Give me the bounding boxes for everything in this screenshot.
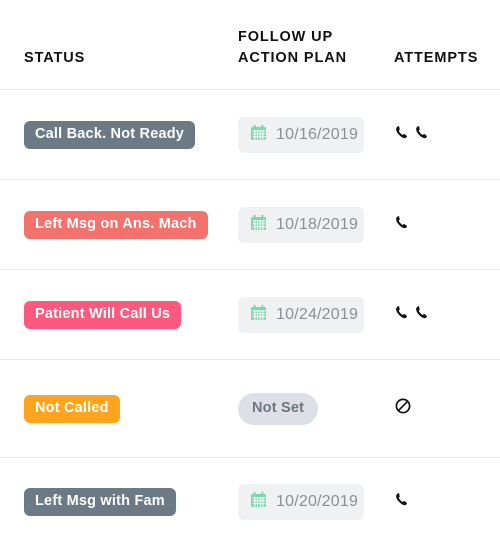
attempts-cell [394, 303, 431, 327]
calendar-icon [250, 124, 267, 146]
phone-icon [394, 304, 411, 326]
status-badge[interactable]: Not Called [24, 394, 120, 423]
attempts-cell [394, 490, 411, 514]
status-badge[interactable]: Left Msg on Ans. Mach [24, 210, 208, 239]
attempts-icons [394, 303, 431, 327]
attempts-cell [394, 123, 431, 147]
phone-icon [394, 124, 411, 146]
calendar-icon [250, 491, 267, 513]
status-cell: Left Msg on Ans. Mach [24, 210, 208, 239]
follow-up-date-field[interactable]: 10/18/2019 [238, 206, 364, 243]
no-entry-icon [394, 397, 412, 420]
follow-up-date-value: 10/18/2019 [276, 215, 359, 233]
table-header-row: STATUS FOLLOW UP ACTION PLAN ATTEMPTS [0, 0, 500, 89]
follow-up-date-value: 10/16/2019 [276, 125, 359, 143]
column-header-follow-up-action-plan: FOLLOW UP ACTION PLAN [238, 29, 347, 66]
status-badge[interactable]: Patient Will Call Us [24, 300, 182, 329]
follow-up-date-value: 10/20/2019 [276, 493, 359, 510]
status-cell: Not Called [24, 394, 120, 423]
follow-up-date-value: 10/24/2019 [276, 305, 359, 323]
follow-up-cell: 10/20/2019 [238, 484, 364, 520]
calendar-icon [250, 304, 267, 326]
column-header-attempts: ATTEMPTS [394, 50, 479, 66]
table-row: Left Msg with Fam 10/20/2019 [0, 457, 500, 546]
status-cell: Call Back. Not Ready [24, 120, 196, 149]
attempts-icons [394, 397, 412, 421]
status-badge[interactable]: Left Msg with Fam [24, 488, 176, 516]
calendar-icon [250, 214, 267, 236]
phone-icon [414, 124, 431, 146]
follow-up-cell: Not Set [238, 392, 319, 425]
status-badge[interactable]: Call Back. Not Ready [24, 120, 196, 149]
table-row: Not Called Not Set [0, 359, 500, 457]
status-cell: Left Msg with Fam [24, 488, 176, 516]
table-row: Left Msg on Ans. Mach 10/18/2019 [0, 179, 500, 269]
phone-icon [414, 304, 431, 326]
phone-icon [394, 214, 411, 236]
attempts-icons [394, 123, 431, 147]
attempts-icons [394, 490, 411, 514]
follow-up-cell: 10/16/2019 [238, 116, 364, 153]
follow-up-not-set-pill[interactable]: Not Set [238, 392, 319, 425]
follow-up-cell: 10/24/2019 [238, 296, 364, 333]
follow-up-date-field[interactable]: 10/20/2019 [238, 484, 364, 520]
follow-up-date-field[interactable]: 10/24/2019 [238, 296, 364, 333]
table-row: Patient Will Call Us 10/24/2019 [0, 269, 500, 359]
column-header-status: STATUS [24, 50, 86, 66]
follow-up-date-field[interactable]: 10/16/2019 [238, 116, 364, 153]
attempts-cell [394, 213, 411, 237]
phone-icon [394, 491, 411, 513]
attempts-icons [394, 213, 411, 237]
status-cell: Patient Will Call Us [24, 300, 182, 329]
followup-status-table: STATUS FOLLOW UP ACTION PLAN ATTEMPTS Ca… [0, 0, 500, 546]
follow-up-cell: 10/18/2019 [238, 206, 364, 243]
attempts-cell [394, 397, 412, 421]
table-row: Call Back. Not Ready 10/16/2019 [0, 89, 500, 179]
